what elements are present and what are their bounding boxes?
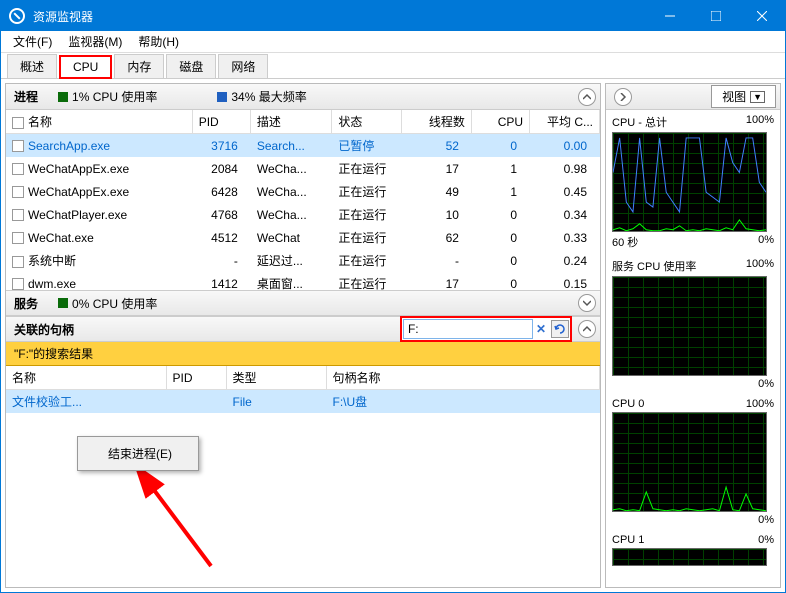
chart-max: 100% xyxy=(746,258,774,274)
table-row[interactable]: 系统中断-延迟过...正在运行-00.24 xyxy=(6,249,600,272)
services-header[interactable]: 服务 0% CPU 使用率 xyxy=(6,290,600,316)
services-cpu-text: 0% CPU 使用率 xyxy=(72,295,157,312)
hcol-handle[interactable]: 句柄名称 xyxy=(326,366,600,390)
max-freq-box-icon xyxy=(217,92,227,102)
chart-min: 0% xyxy=(758,378,774,390)
handles-table: 名称 PID 类型 句柄名称 文件校验工...FileF:\U盘 xyxy=(6,366,600,413)
tabbar: 概述 CPU 内存 磁盘 网络 xyxy=(1,53,785,79)
collapse-button[interactable] xyxy=(578,88,596,106)
chart-title: 服务 CPU 使用率 xyxy=(612,258,696,274)
services-title: 服务 xyxy=(14,295,38,312)
row-checkbox[interactable] xyxy=(12,232,24,244)
chart-block: CPU - 总计 100% 60 秒 0% xyxy=(606,110,780,254)
chart-min: 0% xyxy=(758,514,774,526)
minimize-button[interactable] xyxy=(647,1,693,31)
chart-title: CPU 1 xyxy=(612,534,644,546)
row-checkbox[interactable] xyxy=(12,209,24,221)
menubar: 文件(F) 监视器(M) 帮助(H) xyxy=(1,31,785,53)
table-row[interactable]: WeChatAppEx.exe6428WeCha...正在运行4910.45 xyxy=(6,180,600,203)
processes-title: 进程 xyxy=(14,88,38,105)
chart-canvas xyxy=(612,412,767,512)
context-menu-end-process[interactable]: 结束进程(E) xyxy=(80,439,196,468)
tab-disk[interactable]: 磁盘 xyxy=(166,54,216,78)
close-button[interactable] xyxy=(739,1,785,31)
handles-title: 关联的句柄 xyxy=(14,321,74,338)
chart-block: CPU 1 0% xyxy=(606,530,780,570)
chevron-down-icon: ▼ xyxy=(750,91,765,103)
hcol-pid[interactable]: PID xyxy=(166,366,226,390)
handles-collapse-button[interactable] xyxy=(578,320,596,338)
col-status[interactable]: 状态 xyxy=(332,110,402,134)
col-name[interactable]: 名称 xyxy=(28,115,52,129)
chart-block: 服务 CPU 使用率 100% 0% xyxy=(606,254,780,394)
window: 资源监视器 文件(F) 监视器(M) 帮助(H) 概述 CPU 内存 磁盘 网络… xyxy=(0,0,786,593)
chart-max: 0% xyxy=(758,534,774,546)
col-threads[interactable]: 线程数 xyxy=(402,110,472,134)
window-title: 资源监视器 xyxy=(33,8,647,25)
right-panel: 视图▼ CPU - 总计 100% 60 秒 0% 服务 CPU 使用率 100% 0… xyxy=(605,83,781,588)
hcol-type[interactable]: 类型 xyxy=(226,366,326,390)
col-cpu[interactable]: CPU xyxy=(471,110,529,134)
table-row[interactable]: WeChatPlayer.exe4768WeCha...正在运行1000.34 xyxy=(6,203,600,226)
chart-title: CPU 0 xyxy=(612,398,644,410)
right-header: 视图▼ xyxy=(606,84,780,110)
col-avg[interactable]: 平均 C... xyxy=(530,110,600,134)
chart-block: CPU 0 100% 0% xyxy=(606,394,780,530)
processes-header[interactable]: 进程 1% CPU 使用率 34% 最大频率 xyxy=(6,84,600,110)
chart-min: 0% xyxy=(758,234,774,250)
select-all-checkbox[interactable] xyxy=(12,117,24,129)
tab-overview[interactable]: 概述 xyxy=(7,54,57,78)
chart-xlabel: 60 秒 xyxy=(612,234,638,250)
chart-canvas xyxy=(612,548,767,566)
cpu-usage-box-icon xyxy=(58,92,68,102)
col-desc[interactable]: 描述 xyxy=(250,110,331,134)
row-checkbox[interactable] xyxy=(12,186,24,198)
refresh-search-button[interactable] xyxy=(551,320,569,338)
table-row[interactable]: WeChatAppEx.exe2084WeCha...正在运行1710.98 xyxy=(6,157,600,180)
cpu-usage-text: 1% CPU 使用率 xyxy=(72,88,157,105)
chart-max: 100% xyxy=(746,114,774,130)
chart-max: 100% xyxy=(746,398,774,410)
handles-search-input[interactable] xyxy=(403,319,533,339)
menu-file[interactable]: 文件(F) xyxy=(5,31,60,52)
table-row[interactable]: dwm.exe1412桌面窗...正在运行1700.15 xyxy=(6,272,600,290)
services-cpu-box-icon xyxy=(58,298,68,308)
context-menu: 结束进程(E) xyxy=(77,436,199,471)
row-checkbox[interactable] xyxy=(12,163,24,175)
tab-memory[interactable]: 内存 xyxy=(114,54,164,78)
table-row[interactable]: 文件校验工...FileF:\U盘 xyxy=(6,390,600,414)
services-expand-button[interactable] xyxy=(578,294,596,312)
maximize-button[interactable] xyxy=(693,1,739,31)
max-freq-text: 34% 最大频率 xyxy=(231,88,306,105)
left-panel: 进程 1% CPU 使用率 34% 最大频率 名称 PID 描述 状态 线程数 … xyxy=(5,83,601,588)
row-checkbox[interactable] xyxy=(12,140,24,152)
app-icon xyxy=(9,8,25,24)
clear-search-icon[interactable]: ✕ xyxy=(533,322,549,336)
search-result-bar: "F:"的搜索结果 xyxy=(6,342,600,366)
right-collapse-button[interactable] xyxy=(614,88,632,106)
menu-monitor[interactable]: 监视器(M) xyxy=(60,31,130,52)
chart-title: CPU - 总计 xyxy=(612,114,667,130)
table-row[interactable]: SearchApp.exe3716Search...已暂停5200.00 xyxy=(6,134,600,158)
tab-network[interactable]: 网络 xyxy=(218,54,268,78)
row-checkbox[interactable] xyxy=(12,278,24,290)
tab-cpu[interactable]: CPU xyxy=(59,55,112,79)
handles-header[interactable]: 关联的句柄 ✕ xyxy=(6,316,600,342)
hcol-name[interactable]: 名称 xyxy=(6,366,166,390)
menu-help[interactable]: 帮助(H) xyxy=(130,31,187,52)
processes-table: 名称 PID 描述 状态 线程数 CPU 平均 C... SearchApp.e… xyxy=(6,110,600,290)
chart-canvas xyxy=(612,132,767,232)
titlebar[interactable]: 资源监视器 xyxy=(1,1,785,31)
chart-canvas xyxy=(612,276,767,376)
table-row[interactable]: WeChat.exe4512WeChat正在运行6200.33 xyxy=(6,226,600,249)
view-dropdown[interactable]: 视图▼ xyxy=(711,85,776,108)
row-checkbox[interactable] xyxy=(12,256,24,268)
col-pid[interactable]: PID xyxy=(192,110,250,134)
